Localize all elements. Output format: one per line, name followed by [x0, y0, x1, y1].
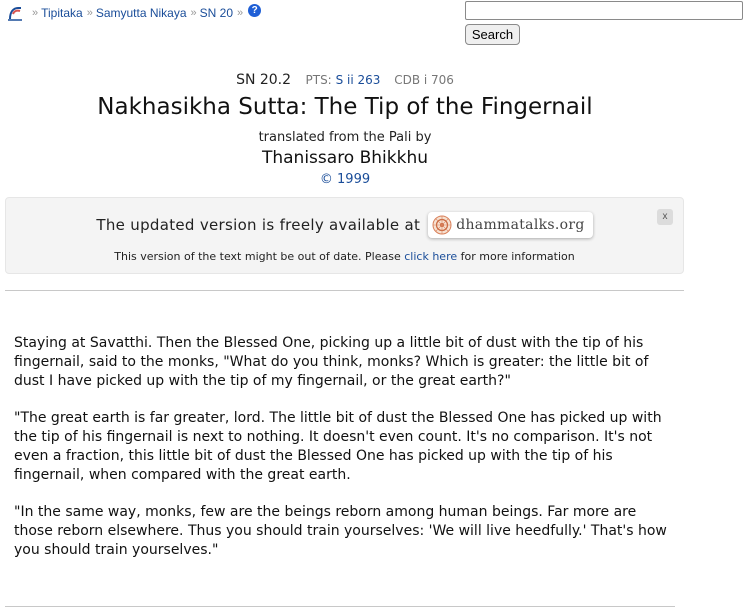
- body-paragraph: "In the same way, monks, few are the bei…: [14, 504, 667, 558]
- site-logo-icon[interactable]: [6, 4, 24, 22]
- pts-ref: PTS: S ii 263: [306, 73, 385, 87]
- breadcrumb: » Tipitaka » Samyutta Nikaya » SN 20 » ?: [6, 2, 262, 24]
- page: » Tipitaka » Samyutta Nikaya » SN 20 » ?…: [0, 0, 756, 609]
- page-title: Nakhasikha Sutta: The Tip of the Fingern…: [97, 94, 593, 120]
- search-input[interactable]: [465, 1, 743, 20]
- divider: [5, 606, 675, 607]
- breadcrumb-samyutta-nikaya[interactable]: Samyutta Nikaya: [96, 6, 187, 20]
- sutta-body: Staying at Savatthi. Then the Blessed On…: [14, 334, 674, 578]
- notice-sub-after: for more information: [460, 250, 575, 263]
- pts-link[interactable]: S ii 263: [336, 73, 381, 87]
- dhammatalks-logo-icon: [432, 215, 452, 235]
- notice-sub-line: This version of the text might be out of…: [6, 250, 683, 263]
- dhammatalks-label: dhammatalks.org: [456, 217, 585, 233]
- translated-from: translated from the Pali by: [258, 130, 432, 145]
- breadcrumb-separator: »: [86, 7, 93, 19]
- pts-label: PTS:: [305, 73, 332, 87]
- notice-main-line: The updated version is freely available …: [6, 210, 683, 240]
- body-paragraph: "The great earth is far greater, lord. T…: [14, 410, 662, 483]
- notice-main-text: The updated version is freely available …: [96, 216, 421, 234]
- sutta-reference-line: SN 20.2 PTS: S ii 263 CDB i 706: [0, 72, 690, 88]
- close-button[interactable]: x: [657, 209, 673, 225]
- breadcrumb-separator: »: [190, 7, 197, 19]
- notice-sub-before: This version of the text might be out of…: [114, 250, 401, 263]
- divider: [5, 290, 684, 291]
- breadcrumb-separator: »: [32, 7, 39, 19]
- search-button[interactable]: Search: [465, 24, 520, 45]
- dhammatalks-link[interactable]: dhammatalks.org: [428, 212, 593, 238]
- copyright-link[interactable]: © 1999: [0, 172, 690, 187]
- click-here-link[interactable]: click here: [404, 250, 457, 263]
- breadcrumb-sn-20[interactable]: SN 20: [200, 6, 233, 20]
- cdb-ref: CDB i 706: [394, 73, 454, 87]
- help-icon[interactable]: ?: [248, 3, 262, 17]
- translator-name: Thanissaro Bhikkhu: [261, 148, 429, 168]
- update-notice: The updated version is freely available …: [5, 197, 684, 274]
- sutta-ref: SN 20.2: [236, 72, 292, 88]
- breadcrumb-separator: »: [237, 7, 244, 19]
- body-paragraph: Staying at Savatthi. Then the Blessed On…: [14, 335, 649, 389]
- breadcrumb-tipitaka[interactable]: Tipitaka: [41, 6, 83, 20]
